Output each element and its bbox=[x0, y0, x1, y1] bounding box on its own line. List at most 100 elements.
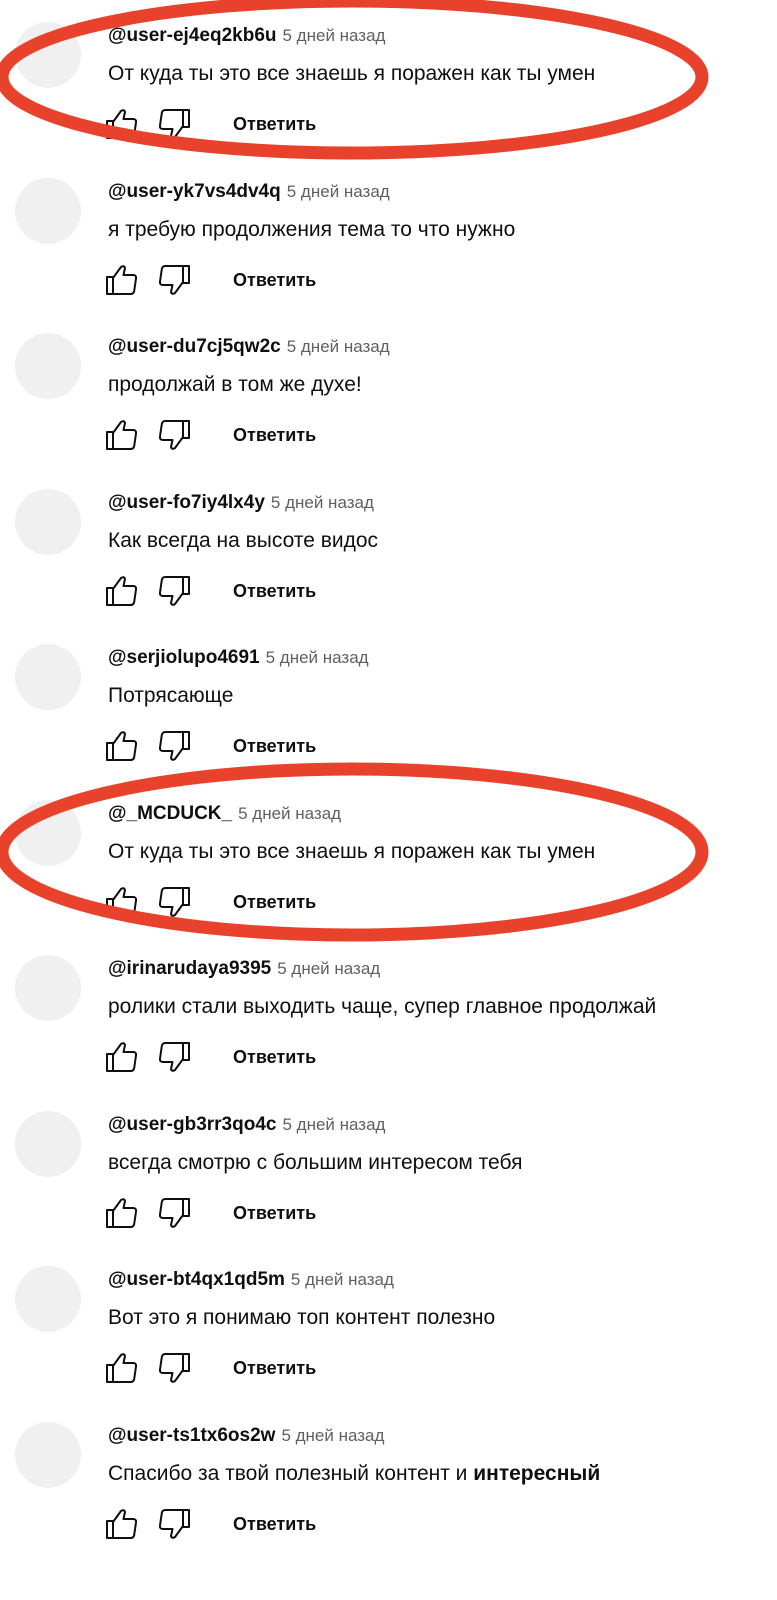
avatar[interactable] bbox=[15, 1421, 81, 1488]
avatar[interactable] bbox=[15, 1110, 81, 1177]
dislike-button[interactable] bbox=[156, 1350, 192, 1386]
comment-author[interactable]: @serjiolupo4691 bbox=[108, 647, 260, 668]
like-button[interactable] bbox=[104, 728, 140, 764]
comment-author[interactable]: @user-yk7vs4dv4q bbox=[108, 181, 281, 202]
comment-time[interactable]: 5 дней назад bbox=[277, 959, 380, 978]
comment-item: @user-fo7iy4lx4y 5 дней назад Как всегда … bbox=[0, 467, 777, 622]
thumbs-down-icon bbox=[158, 575, 190, 606]
dislike-button[interactable] bbox=[156, 106, 192, 142]
reply-button[interactable]: Ответить bbox=[233, 1044, 316, 1070]
comment-header: @user-ts1tx6os2w 5 дней назад bbox=[108, 1424, 384, 1449]
comments-list: @user-ej4eq2kb6u 5 дней назад От куда ты … bbox=[0, 0, 777, 1600]
dislike-button[interactable] bbox=[156, 884, 192, 920]
comment-header: @user-bt4qx1qd5m 5 дней назад bbox=[108, 1268, 394, 1293]
comment-item: @irinarudaya9395 5 дней назад ролики стал… bbox=[0, 933, 777, 1088]
reply-button[interactable]: Ответить bbox=[233, 422, 316, 448]
dislike-button[interactable] bbox=[156, 1506, 192, 1542]
comment-text: От куда ты это все знаешь я поражен как … bbox=[108, 839, 596, 863]
comment-actions: Ответить bbox=[104, 1350, 404, 1386]
thumbs-down-icon bbox=[158, 420, 190, 450]
comment-actions: Ответить bbox=[104, 262, 404, 298]
thumbs-up-icon bbox=[106, 1353, 138, 1383]
like-button[interactable] bbox=[104, 106, 140, 142]
comment-author[interactable]: @irinarudaya9395 bbox=[108, 958, 271, 979]
reply-button[interactable]: Ответить bbox=[233, 267, 316, 293]
comment-item: @user-ts1tx6os2w 5 дней назад Спасибо за … bbox=[0, 1400, 777, 1555]
like-button[interactable] bbox=[104, 573, 140, 609]
thumbs-down-icon bbox=[158, 1508, 190, 1539]
comment-item: @user-yk7vs4dv4q 5 дней назад я требую пр… bbox=[0, 156, 777, 311]
dislike-button[interactable] bbox=[156, 1039, 192, 1075]
thumbs-down-icon bbox=[158, 731, 190, 761]
comment-header: @user-du7cj5qw2c 5 дней назад bbox=[108, 335, 390, 360]
comment-time[interactable]: 5 дней назад bbox=[291, 1270, 394, 1289]
comment-time[interactable]: 5 дней назад bbox=[271, 493, 374, 512]
comment-author[interactable]: @user-du7cj5qw2c bbox=[108, 336, 281, 357]
avatar[interactable] bbox=[15, 955, 81, 1021]
comment-header: @user-gb3rr3qo4c 5 дней назад bbox=[108, 1113, 385, 1138]
comment-author[interactable]: @user-bt4qx1qd5m bbox=[108, 1269, 285, 1290]
comment-header: @user-yk7vs4dv4q 5 дней назад bbox=[108, 180, 390, 205]
comment-time[interactable]: 5 дней назад bbox=[287, 337, 390, 356]
like-button[interactable] bbox=[104, 1506, 140, 1542]
comment-author[interactable]: @user-ej4eq2kb6u bbox=[108, 25, 277, 46]
comment-time[interactable]: 5 дней назад bbox=[282, 1115, 385, 1134]
avatar[interactable] bbox=[15, 488, 81, 555]
avatar[interactable] bbox=[15, 644, 81, 710]
comment-author[interactable]: @user-gb3rr3qo4c bbox=[108, 1114, 276, 1135]
comment-author[interactable]: @user-ts1tx6os2w bbox=[108, 1425, 275, 1446]
like-button[interactable] bbox=[104, 417, 140, 453]
dislike-button[interactable] bbox=[156, 1195, 192, 1231]
comment-text-bold: интересный bbox=[473, 1461, 601, 1485]
comment-time[interactable]: 5 дней назад bbox=[287, 182, 390, 201]
dislike-button[interactable] bbox=[156, 417, 192, 453]
dislike-button[interactable] bbox=[156, 573, 192, 609]
comment-actions: Ответить bbox=[104, 573, 404, 609]
reply-button[interactable]: Ответить bbox=[233, 111, 316, 137]
avatar[interactable] bbox=[15, 1266, 81, 1332]
comment-item: @user-ej4eq2kb6u 5 дней назад От куда ты … bbox=[0, 0, 777, 155]
thumbs-down-icon bbox=[158, 1042, 190, 1072]
thumbs-up-icon bbox=[106, 109, 138, 139]
comment-text: всегда смотрю с большим интересом тебя bbox=[108, 1150, 523, 1174]
comment-text: Спасибо за твой полезный контент и интер… bbox=[108, 1460, 600, 1488]
like-button[interactable] bbox=[104, 1350, 140, 1386]
thumbs-up-icon bbox=[106, 1197, 138, 1228]
reply-button[interactable]: Ответить bbox=[233, 1200, 316, 1226]
comment-header: @serjiolupo4691 5 дней назад bbox=[108, 646, 369, 671]
dislike-button[interactable] bbox=[156, 728, 192, 764]
avatar[interactable] bbox=[15, 177, 81, 244]
like-button[interactable] bbox=[104, 884, 140, 920]
reply-button[interactable]: Ответить bbox=[233, 1355, 316, 1381]
comment-header: @irinarudaya9395 5 дней назад bbox=[108, 957, 380, 982]
thumbs-down-icon bbox=[158, 109, 190, 139]
comment-author[interactable]: @user-fo7iy4lx4y bbox=[108, 492, 265, 513]
like-button[interactable] bbox=[104, 1039, 140, 1075]
comment-item: @serjiolupo4691 5 дней назад Потрясающе О… bbox=[0, 622, 777, 777]
dislike-button[interactable] bbox=[156, 262, 192, 298]
reply-button[interactable]: Ответить bbox=[233, 733, 316, 759]
reply-button[interactable]: Ответить bbox=[233, 1511, 316, 1537]
like-button[interactable] bbox=[104, 1195, 140, 1231]
like-button[interactable] bbox=[104, 262, 140, 298]
comment-header: @user-fo7iy4lx4y 5 дней назад bbox=[108, 491, 374, 516]
comment-author[interactable]: @_MCDUCK_ bbox=[108, 803, 232, 824]
thumbs-up-icon bbox=[106, 264, 138, 295]
comment-item: @user-gb3rr3qo4c 5 дней назад всегда смот… bbox=[0, 1089, 777, 1244]
avatar[interactable] bbox=[15, 799, 81, 866]
comment-time[interactable]: 5 дней назад bbox=[283, 26, 386, 45]
comment-header: @user-ej4eq2kb6u 5 дней назад bbox=[108, 24, 385, 49]
reply-button[interactable]: Ответить bbox=[233, 578, 316, 604]
avatar[interactable] bbox=[15, 22, 81, 88]
comment-actions: Ответить bbox=[104, 1506, 404, 1542]
thumbs-up-icon bbox=[106, 575, 138, 606]
comment-time[interactable]: 5 дней назад bbox=[266, 648, 369, 667]
comment-header: @_MCDUCK_ 5 дней назад bbox=[108, 802, 341, 827]
avatar[interactable] bbox=[15, 333, 81, 399]
comment-time[interactable]: 5 дней назад bbox=[238, 804, 341, 823]
thumbs-up-icon bbox=[106, 886, 138, 917]
comment-text: Вот это я понимаю топ контент полезно bbox=[108, 1306, 496, 1329]
reply-button[interactable]: Ответить bbox=[233, 889, 316, 915]
comment-text: продолжай в том же духе! bbox=[108, 373, 362, 396]
comment-time[interactable]: 5 дней назад bbox=[281, 1426, 384, 1445]
